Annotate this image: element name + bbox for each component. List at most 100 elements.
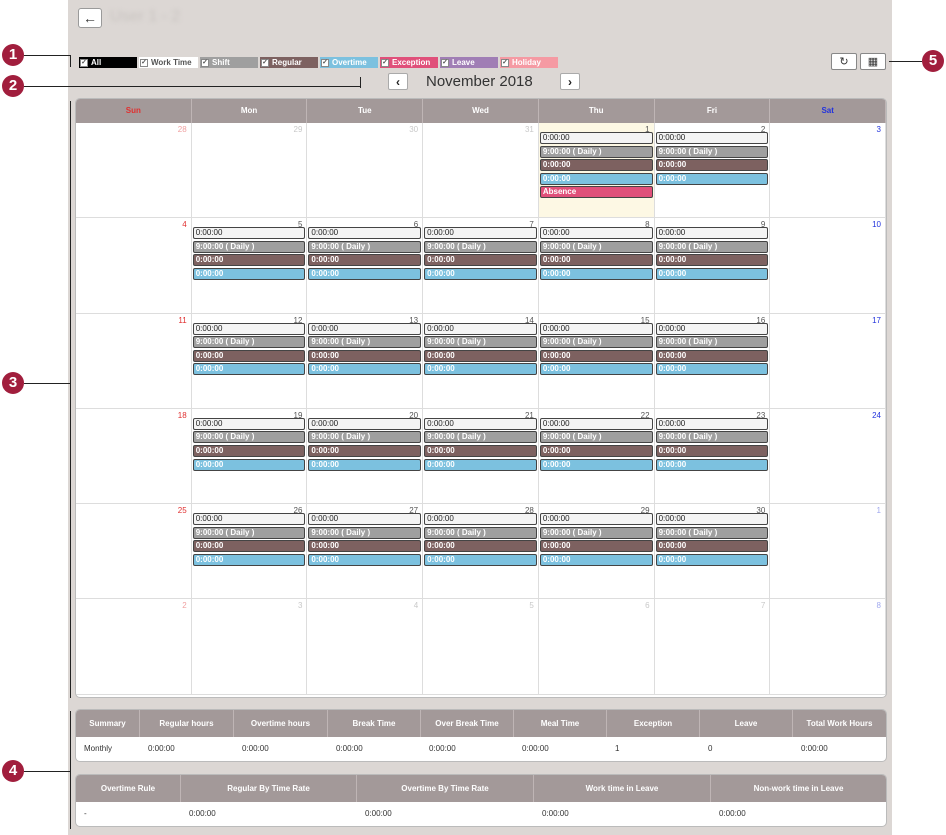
calendar-day-cell[interactable]: 9 0:00:00 9:00:00 ( Daily ) 0:00:00 0:00:00 xyxy=(654,218,771,314)
calendar-event[interactable]: 0:00:00 xyxy=(192,445,306,458)
calendar-event[interactable]: 9:00:00 ( Daily ) xyxy=(655,526,769,539)
calendar-event[interactable]: 9:00:00 ( Daily ) xyxy=(192,336,306,349)
calendar-event[interactable]: 0:00:00 xyxy=(424,553,537,566)
calendar-event[interactable]: 0:00:00 xyxy=(655,458,769,471)
calendar-day-cell[interactable]: 16 0:00:00 9:00:00 ( Daily ) 0:00:00 0:00:00 xyxy=(654,313,771,409)
calendar-event[interactable]: 0:00:00 xyxy=(192,417,306,430)
filter-leave[interactable]: ✓ Leave xyxy=(440,57,498,68)
calendar-event[interactable]: 0:00:00 xyxy=(539,159,653,172)
calendar-event[interactable]: 9:00:00 ( Daily ) xyxy=(424,336,537,349)
calendar-event[interactable]: 0:00:00 xyxy=(424,254,537,267)
checkbox-icon[interactable]: ✓ xyxy=(381,58,389,67)
checkbox-icon[interactable]: ✓ xyxy=(201,58,209,67)
calendar-event[interactable]: 0:00:00 xyxy=(308,349,422,362)
calendar-event[interactable]: 0:00:00 xyxy=(308,513,422,526)
calendar-event[interactable]: 0:00:00 xyxy=(655,254,769,267)
calendar-day-cell[interactable]: 2 0:00:00 9:00:00 ( Daily ) 0:00:00 0:00:00 xyxy=(654,123,771,219)
calendar-event[interactable]: 9:00:00 ( Daily ) xyxy=(655,145,769,158)
calendar-day-cell[interactable]: 18 xyxy=(76,408,192,505)
calendar-day-cell[interactable]: 3 xyxy=(191,599,308,695)
calendar-event[interactable]: 0:00:00 xyxy=(192,458,306,471)
calendar-day-cell[interactable]: 7 0:00:00 9:00:00 ( Daily ) 0:00:00 0:00:00 xyxy=(423,218,539,314)
filter-work-time[interactable]: ✓ Work Time xyxy=(139,57,198,68)
calendar-day-cell[interactable]: 31 xyxy=(423,123,539,219)
calendar-event[interactable]: 0:00:00 xyxy=(539,540,653,553)
calendar-event[interactable]: 0:00:00 xyxy=(655,322,769,335)
calendar-day-cell[interactable]: 27 0:00:00 9:00:00 ( Daily ) 0:00:00 0:00:00 xyxy=(307,504,424,600)
back-button[interactable]: ← xyxy=(78,8,102,28)
calendar-event[interactable]: 0:00:00 xyxy=(655,132,769,144)
calendar-day-cell[interactable]: 29 xyxy=(191,123,308,219)
checkbox-icon[interactable]: ✓ xyxy=(441,58,449,67)
calendar-event[interactable]: 0:00:00 xyxy=(308,458,422,471)
calendar-event[interactable]: 0:00:00 xyxy=(424,458,537,471)
calendar-event[interactable]: 0:00:00 xyxy=(192,322,306,335)
calendar-day-cell[interactable]: 30 0:00:00 9:00:00 ( Daily ) 0:00:00 0:00:00 xyxy=(654,504,771,600)
calendar-event[interactable]: 0:00:00 xyxy=(192,513,306,526)
calendar-event[interactable]: 0:00:00 xyxy=(424,322,537,335)
calendar-day-cell[interactable]: 7 xyxy=(654,599,771,695)
calendar-day-cell[interactable]: 2 xyxy=(76,599,192,695)
calendar-event[interactable]: 0:00:00 xyxy=(539,363,653,376)
calendar-event[interactable]: 0:00:00 xyxy=(308,540,422,553)
checkbox-icon[interactable]: ✓ xyxy=(261,58,269,67)
calendar-event[interactable]: 0:00:00 xyxy=(655,363,769,376)
calendar-event[interactable]: 0:00:00 xyxy=(539,322,653,335)
calendar-day-cell[interactable]: 15 0:00:00 9:00:00 ( Daily ) 0:00:00 0:00:00 xyxy=(538,313,655,409)
calendar-event[interactable]: 0:00:00 xyxy=(192,540,306,553)
checkbox-icon[interactable]: ✓ xyxy=(140,58,148,67)
prev-month-button[interactable]: ‹ xyxy=(388,73,408,90)
calendar-event[interactable]: 0:00:00 xyxy=(655,159,769,172)
calendar-day-cell[interactable]: 20 0:00:00 9:00:00 ( Daily ) 0:00:00 0:00:00 xyxy=(307,408,424,505)
calendar-event[interactable]: 0:00:00 xyxy=(424,227,537,240)
calendar-event[interactable]: 9:00:00 ( Daily ) xyxy=(655,431,769,444)
calendar-day-cell[interactable]: 1 0:00:00 9:00:00 ( Daily ) 0:00:00 0:00:00 A… xyxy=(538,123,655,219)
calendar-event[interactable]: 0:00:00 xyxy=(192,553,306,566)
calendar-event[interactable]: 9:00:00 ( Daily ) xyxy=(539,240,653,253)
calendar-event[interactable]: 0:00:00 xyxy=(539,513,653,526)
calendar-event[interactable]: 9:00:00 ( Daily ) xyxy=(539,336,653,349)
filter-all[interactable]: ✓ All xyxy=(79,57,137,68)
checkbox-icon[interactable]: ✓ xyxy=(80,58,88,67)
calendar-event[interactable]: 9:00:00 ( Daily ) xyxy=(655,240,769,253)
calendar-event[interactable]: 9:00:00 ( Daily ) xyxy=(192,240,306,253)
checkbox-icon[interactable]: ✓ xyxy=(321,58,329,67)
calendar-day-cell[interactable]: 3 xyxy=(770,123,886,219)
filter-overtime[interactable]: ✓ Overtime xyxy=(320,57,378,68)
calendar-event[interactable]: 0:00:00 xyxy=(539,227,653,240)
calendar-day-cell[interactable]: 30 xyxy=(307,123,424,219)
calendar-day-cell[interactable]: 6 xyxy=(538,599,655,695)
table-view-button[interactable]: ▦ xyxy=(860,53,886,70)
calendar-event[interactable]: 0:00:00 xyxy=(308,553,422,566)
calendar-event[interactable]: 9:00:00 ( Daily ) xyxy=(539,431,653,444)
calendar-event[interactable]: 0:00:00 xyxy=(539,268,653,281)
calendar-event[interactable]: 0:00:00 xyxy=(655,445,769,458)
calendar-day-cell[interactable]: 8 0:00:00 9:00:00 ( Daily ) 0:00:00 0:00:00 xyxy=(538,218,655,314)
calendar-event[interactable]: 0:00:00 xyxy=(424,417,537,430)
calendar-event[interactable]: 0:00:00 xyxy=(655,227,769,240)
calendar-event[interactable]: 0:00:00 xyxy=(655,349,769,362)
next-month-button[interactable]: › xyxy=(560,73,580,90)
calendar-event[interactable]: 9:00:00 ( Daily ) xyxy=(539,526,653,539)
filter-shift[interactable]: ✓ Shift xyxy=(200,57,258,68)
calendar-event[interactable]: 9:00:00 ( Daily ) xyxy=(308,240,422,253)
calendar-day-cell[interactable]: 1 xyxy=(770,504,886,600)
calendar-event[interactable]: 0:00:00 xyxy=(424,363,537,376)
calendar-day-cell[interactable]: 4 xyxy=(307,599,424,695)
calendar-event[interactable]: 0:00:00 xyxy=(655,540,769,553)
calendar-day-cell[interactable]: 17 xyxy=(770,313,886,409)
calendar-day-cell[interactable]: 29 0:00:00 9:00:00 ( Daily ) 0:00:00 0:00:00 xyxy=(538,504,655,600)
calendar-event[interactable]: 0:00:00 xyxy=(308,268,422,281)
calendar-day-cell[interactable]: 28 0:00:00 9:00:00 ( Daily ) 0:00:00 0:00:00 xyxy=(423,504,539,600)
calendar-day-cell[interactable]: 14 0:00:00 9:00:00 ( Daily ) 0:00:00 0:00:00 xyxy=(423,313,539,409)
calendar-day-cell[interactable]: 25 xyxy=(76,504,192,600)
calendar-day-cell[interactable]: 5 0:00:00 9:00:00 ( Daily ) 0:00:00 0:00:00 xyxy=(191,218,308,314)
calendar-event[interactable]: 0:00:00 xyxy=(192,349,306,362)
calendar-day-cell[interactable]: 13 0:00:00 9:00:00 ( Daily ) 0:00:00 0:00:00 xyxy=(307,313,424,409)
calendar-event[interactable]: 0:00:00 xyxy=(539,417,653,430)
calendar-event[interactable]: 0:00:00 xyxy=(539,349,653,362)
calendar-event[interactable]: 0:00:00 xyxy=(539,553,653,566)
filter-regular[interactable]: ✓ Regular xyxy=(260,57,318,68)
refresh-button[interactable]: ↻ xyxy=(831,53,857,70)
calendar-event[interactable]: 0:00:00 xyxy=(308,363,422,376)
